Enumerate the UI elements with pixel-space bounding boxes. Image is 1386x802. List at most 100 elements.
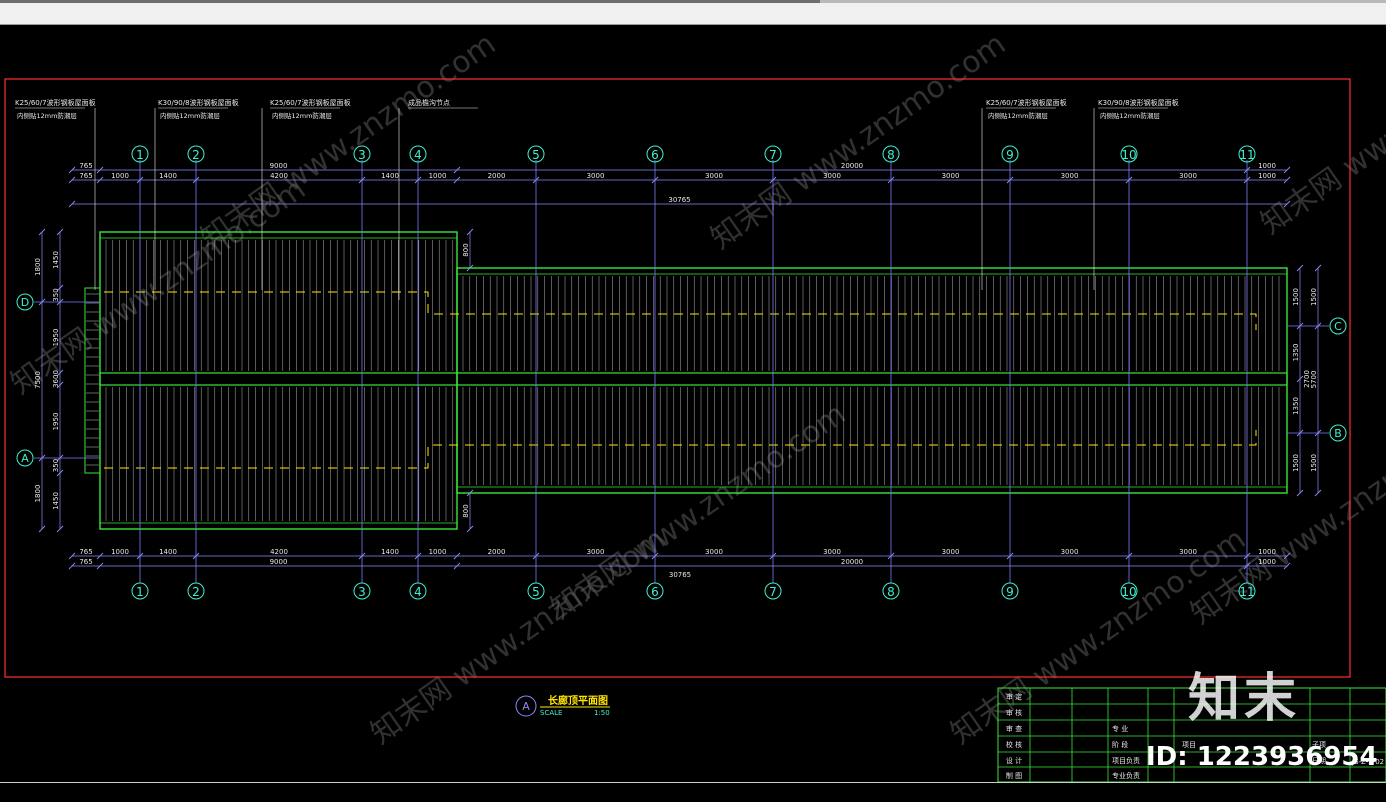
scrollbar-thumb[interactable]: [0, 0, 820, 3]
ridge-cap: [99, 372, 1288, 386]
dim-top-segment-label: 765: [79, 172, 92, 180]
dim-top-segment-label: 3000: [942, 172, 960, 180]
dim-top-segment-label: 1000: [111, 172, 129, 180]
dim-top-segment-label: 1400: [159, 172, 177, 180]
axis-label-top: 6: [651, 148, 659, 162]
axis-label-left: A: [21, 452, 29, 465]
dim-vertical-label: 1450: [52, 492, 60, 510]
dim-top-total-label: 30765: [668, 196, 690, 204]
dim-top-segment-label: 3000: [1179, 172, 1197, 180]
axis-label-bottom: 7: [769, 585, 777, 599]
dim-vertical-label: 1450: [52, 251, 60, 269]
horizontal-scrollbar[interactable]: [0, 0, 1386, 3]
dim-vertical-label: 1500: [1292, 454, 1300, 472]
dim-vertical-label: 350: [52, 459, 60, 472]
axis-label-bottom: 1: [136, 585, 144, 599]
title-block-left-label: 审 核: [1006, 708, 1022, 717]
cad-drawing-canvas[interactable]: 知末网 www.znzmo.com知末网 www.znzmo.com知末网 ww…: [0, 25, 1386, 782]
dim-bottom-major-label: 765: [79, 558, 92, 566]
callout-line1: K25/60/7波形钢板屋面板: [270, 98, 351, 107]
dim-bottom-segment-label: 1400: [159, 548, 177, 556]
callout-line2: 内侧贴12mm防潮层: [272, 111, 332, 120]
title-block-left-label: 设 计: [1006, 756, 1022, 765]
callout-line1: K25/60/7波形钢板屋面板: [15, 98, 96, 107]
axis-label-top: 2: [192, 148, 200, 162]
dim-bottom-major-label: 9000: [270, 558, 288, 566]
callout-line2: 内侧贴12mm防潮层: [160, 111, 220, 120]
watermark-text: 知末网 www.znzmo.com: [1255, 25, 1386, 242]
axis-label-top: 1: [136, 148, 144, 162]
dim-bottom-segment-label: 3000: [1061, 548, 1079, 556]
axis-label-bottom: 11: [1239, 585, 1254, 599]
dim-vertical-label: 350: [52, 288, 60, 301]
view-title-mark: A: [522, 700, 530, 713]
dim-vertical-label: 3600: [52, 370, 60, 388]
roof-east-outline: [456, 267, 1288, 494]
title-block-left-label: 校 核: [1006, 740, 1022, 749]
brand-id-text: ID: 1223936954: [1146, 742, 1378, 772]
axis-label-top: 10: [1121, 148, 1136, 162]
purlin-line-north: [104, 291, 1257, 330]
dim-bottom-segment-label: 1000: [1258, 548, 1276, 556]
dim-vertical-label: 1500: [1310, 454, 1318, 472]
axis-label-top: 5: [532, 148, 540, 162]
dim-vertical-label: 1500: [1292, 288, 1300, 306]
axis-label-top: 4: [414, 148, 422, 162]
dim-top-segment-label: 3000: [823, 172, 841, 180]
dim-vertical-label: 1350: [1292, 344, 1300, 362]
dim-vertical-label: 1950: [52, 329, 60, 347]
dim-vertical-label: 1800: [34, 485, 42, 503]
dim-top-major-label: 765: [79, 162, 92, 170]
callout-line1: K25/60/7波形钢板屋面板: [986, 98, 1067, 107]
watermark-text: 知末网 www.znzmo.com: [1185, 402, 1386, 632]
axis-label-top: 8: [887, 148, 895, 162]
dim-bottom-segment-label: 4200: [270, 548, 288, 556]
title-block-mid-label: 专 业: [1112, 724, 1128, 733]
title-block-mid-label: 阶 段: [1112, 740, 1128, 749]
callout-leader: [981, 107, 1056, 290]
axis-label-bottom: 10: [1121, 585, 1136, 599]
title-block-left-label: 审 查: [1006, 724, 1022, 733]
dim-bottom-major-label: 1000: [1258, 558, 1276, 566]
dim-top-major-label: 9000: [270, 162, 288, 170]
axis-label-top: 3: [358, 148, 366, 162]
dim-vertical-label: 1950: [52, 413, 60, 431]
dim-top-segment-label: 3000: [1061, 172, 1079, 180]
roof-plan: [84, 231, 1288, 530]
dim-vertical-label: 2700: [1303, 370, 1311, 388]
dim-top-segment-label: 3000: [705, 172, 723, 180]
title-block-left-label: 审 定: [1006, 692, 1022, 701]
axis-label-bottom: 3: [358, 585, 366, 599]
dim-bottom-segment-label: 1000: [111, 548, 129, 556]
axis-label-top: 7: [769, 148, 777, 162]
dim-bottom-segment-label: 2000: [488, 548, 506, 556]
dim-top-major-label: 20000: [841, 162, 863, 170]
callout-line1: K30/90/8波形钢板屋面板: [158, 98, 239, 107]
roof-panel-ribs: [105, 240, 1280, 521]
dim-bottom-segment-label: 3000: [1179, 548, 1197, 556]
brand-logo: 知末: [1188, 669, 1301, 729]
dim-bottom-segment-label: 3000: [942, 548, 960, 556]
dim-top-segment-label: 2000: [488, 172, 506, 180]
dim-bottom-segment-label: 3000: [823, 548, 841, 556]
dim-bottom-major-label: 20000: [841, 558, 863, 566]
view-title: A 长廊顶平面图 SCALE 1:50: [515, 694, 610, 717]
axis-label-bottom: 2: [192, 585, 200, 599]
view-title-name: 长廊顶平面图: [548, 694, 608, 707]
dim-vertical-label: 5700: [1310, 371, 1318, 389]
watermark-text: 知末网 www.znzmo.com: [545, 397, 853, 627]
command-line-bar[interactable]: [0, 782, 1386, 802]
dim-bottom-segment-label: 765: [79, 548, 92, 556]
watermark-text: 知末网 www.znzmo.com: [195, 27, 503, 257]
dim-vertical-label: 1800: [34, 258, 42, 276]
dim-vertical-label: 1350: [1292, 397, 1300, 415]
dim-top-segment-label: 1000: [429, 172, 447, 180]
axis-label-left: D: [21, 296, 29, 309]
dim-top-segment-label: 4200: [270, 172, 288, 180]
axis-label-top: 11: [1239, 148, 1254, 162]
dim-bottom-segment-label: 3000: [705, 548, 723, 556]
axis-label-bottom: 4: [414, 585, 422, 599]
purlin-line-south: [104, 430, 1257, 469]
dim-bottom-total-label: 30765: [669, 571, 691, 579]
dim-vertical-label: 1500: [1310, 288, 1318, 306]
